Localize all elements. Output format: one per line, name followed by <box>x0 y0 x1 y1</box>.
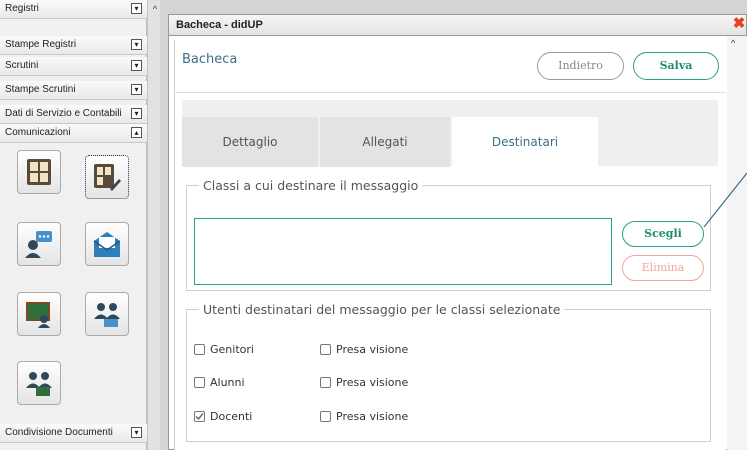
bacheca-edit-tile[interactable] <box>85 155 129 199</box>
expand-toggle-icon[interactable]: ▾ <box>131 39 142 50</box>
users-board-tile[interactable] <box>17 361 61 405</box>
sidebar-item-label: Condivisione Documenti <box>5 427 113 438</box>
bacheca-tile[interactable] <box>17 150 61 194</box>
sidebar-item-label: Stampe Registri <box>5 39 77 50</box>
classroom-board-tile[interactable] <box>17 292 61 336</box>
sidebar-item-label: Stampe Scrutini <box>5 84 76 95</box>
sidebar-item-label: Registri <box>5 3 39 14</box>
collapse-toggle-icon[interactable]: ▴ <box>131 127 142 138</box>
back-button[interactable]: Indietro <box>537 52 624 80</box>
docenti-checkbox[interactable] <box>194 411 205 422</box>
window-titlebar: Bacheca - didUP <box>168 14 747 36</box>
alunni-label: Alunni <box>210 376 245 389</box>
scroll-up-icon[interactable]: ^ <box>150 4 160 16</box>
genitori-checkbox[interactable] <box>194 344 205 355</box>
choose-button[interactable]: Scegli <box>622 221 704 247</box>
sidebar-item-stampe-registri[interactable]: Stampe Registri ▾ <box>0 36 147 55</box>
genitori-presa-visione-checkbox[interactable] <box>320 344 331 355</box>
remove-button[interactable]: Elimina <box>622 255 704 281</box>
mail-icon <box>93 232 121 257</box>
presa-visione-label: Presa visione <box>336 410 409 423</box>
sidebar-item-label: Scrutini <box>5 60 39 71</box>
divider <box>174 92 726 93</box>
sidebar-item-scrutini[interactable]: Scrutini ▾ <box>0 57 147 76</box>
checkmark-icon <box>195 413 204 421</box>
bacheca-icon <box>27 159 51 185</box>
sidebar-item-registri[interactable]: Registri ▾ <box>0 0 147 19</box>
sidebar-item-label: Comunicazioni <box>5 127 71 138</box>
scroll-up-icon[interactable]: ^ <box>731 38 735 48</box>
mail-tile[interactable] <box>85 222 129 266</box>
user-message-icon <box>25 231 52 258</box>
expand-toggle-icon[interactable]: ▾ <box>131 60 142 71</box>
sidebar-item-comunicazioni[interactable]: Comunicazioni ▴ <box>0 124 147 143</box>
users-group-tile[interactable] <box>85 292 129 336</box>
docenti-presa-visione-checkbox[interactable] <box>320 411 331 422</box>
window-scrollbar[interactable]: ^ <box>727 36 747 450</box>
utenti-legend: Utenti destinatari del messaggio per le … <box>203 302 561 317</box>
classi-legend: Classi a cui destinare il messaggio <box>203 178 419 193</box>
docenti-label: Docenti <box>210 410 253 423</box>
tab-allegati[interactable]: Allegati <box>320 117 450 167</box>
sidebar-item-condivisione-documenti[interactable]: Condivisione Documenti ▾ <box>0 424 147 443</box>
sidebar-item-dati-servizio[interactable]: Dati di Servizio e Contabili ▾ <box>0 105 147 124</box>
save-button[interactable]: Salva <box>633 52 719 80</box>
classi-list-box[interactable] <box>194 218 612 285</box>
alunni-checkbox[interactable] <box>194 377 205 388</box>
bacheca-edit-icon <box>94 164 121 191</box>
callout-pointer <box>703 172 747 228</box>
users-board-icon <box>26 372 52 396</box>
genitori-label: Genitori <box>210 343 254 356</box>
tab-destinatari[interactable]: Destinatari <box>452 117 598 167</box>
sidebar: Registri ▾ Stampe Registri ▾ Scrutini ▾ … <box>0 0 147 450</box>
utenti-fieldset: Utenti destinatari del messaggio per le … <box>186 302 711 442</box>
sidebar-scrollbar[interactable] <box>147 0 160 450</box>
expand-toggle-icon[interactable]: ▾ <box>131 84 142 95</box>
users-group-icon <box>94 303 120 327</box>
expand-toggle-icon[interactable]: ▾ <box>131 3 142 14</box>
tab-dettaglio[interactable]: Dettaglio <box>182 117 318 167</box>
window-title: Bacheca - didUP <box>176 19 263 31</box>
page-title: Bacheca <box>182 52 238 67</box>
expand-toggle-icon[interactable]: ▾ <box>131 108 142 119</box>
user-message-tile[interactable] <box>17 222 61 266</box>
close-icon[interactable]: ✖ <box>731 16 747 32</box>
expand-toggle-icon[interactable]: ▾ <box>131 427 142 438</box>
presa-visione-label: Presa visione <box>336 343 409 356</box>
sidebar-item-stampe-scrutini[interactable]: Stampe Scrutini ▾ <box>0 81 147 100</box>
sidebar-item-label: Dati di Servizio e Contabili <box>5 108 122 119</box>
alunni-presa-visione-checkbox[interactable] <box>320 377 331 388</box>
presa-visione-label: Presa visione <box>336 376 409 389</box>
classroom-board-icon <box>26 302 50 328</box>
